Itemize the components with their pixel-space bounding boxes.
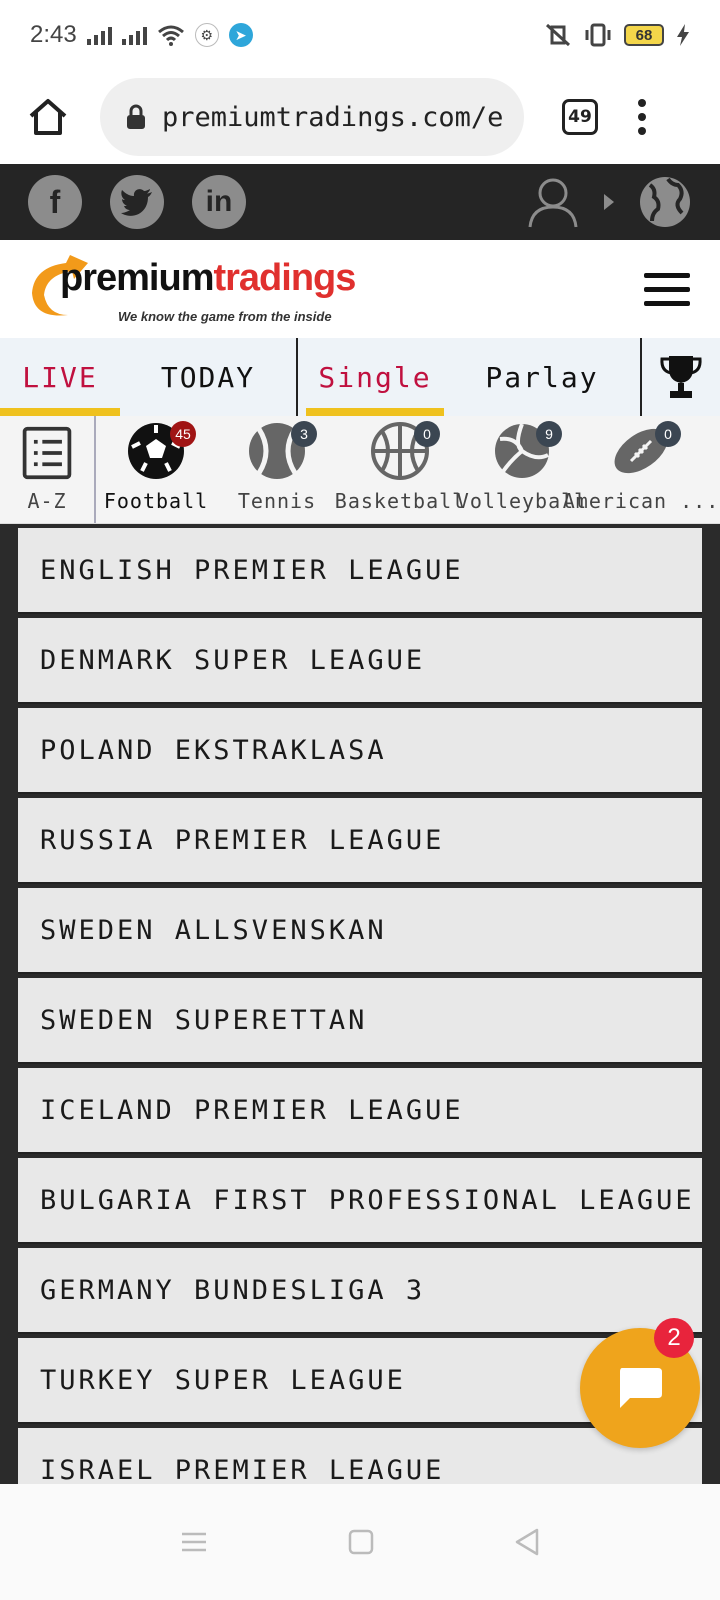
twitter-icon	[121, 189, 152, 216]
volleyball-icon: 9	[492, 421, 562, 481]
linkedin-button[interactable]: in	[192, 175, 246, 229]
telegram-icon: ➤	[228, 23, 253, 47]
linkedin-icon: in	[205, 185, 233, 218]
lock-icon	[127, 104, 145, 129]
league-row[interactable]: POLAND EKSTRAKLASA	[18, 708, 702, 794]
social-bar: f in	[0, 164, 720, 240]
trophy-icon	[660, 356, 702, 398]
twitter-button[interactable]	[110, 175, 164, 229]
league-row[interactable]: RUSSIA PREMIER LEAGUE	[18, 798, 702, 884]
browser-menu-button[interactable]	[638, 99, 646, 135]
vibrate-icon	[585, 23, 611, 47]
chat-bubble-icon	[620, 1368, 662, 1408]
sport-football[interactable]: 45 Football	[96, 416, 216, 523]
signal-icon	[86, 25, 112, 45]
facebook-button[interactable]: f	[28, 175, 82, 229]
league-row[interactable]: GERMANY BUNDESLIGA 3	[18, 1248, 702, 1334]
league-row[interactable]: SWEDEN ALLSVENSKAN	[18, 888, 702, 974]
url-text: premiumtradings.com/e	[162, 101, 504, 133]
mute-vibrate-icon	[545, 23, 571, 47]
sport-tennis[interactable]: 3 Tennis	[216, 416, 338, 523]
basketball-icon: 0	[370, 421, 440, 481]
league-row[interactable]: BULGARIA FIRST PROFESSIONAL LEAGUE	[18, 1158, 702, 1244]
league-row[interactable]: ICELAND PREMIER LEAGUE	[18, 1068, 702, 1154]
user-account-icon[interactable]	[526, 175, 580, 229]
tennis-ball-icon: 3	[247, 421, 317, 481]
recent-apps-icon[interactable]	[180, 1530, 208, 1554]
hamburger-menu-button[interactable]	[644, 272, 690, 306]
system-nav-bar	[0, 1484, 720, 1600]
battery-icon: 68	[624, 24, 664, 46]
league-row[interactable]: SWEDEN SUPERETTAN	[18, 978, 702, 1064]
league-row[interactable]: ISRAEL PREMIER LEAGUE	[18, 1428, 702, 1484]
home-nav-icon[interactable]	[348, 1529, 374, 1555]
sport-label: Football	[103, 489, 209, 513]
chat-unread-badge: 2	[654, 1318, 694, 1358]
back-nav-icon[interactable]	[514, 1528, 540, 1556]
soccer-ball-icon: 45	[126, 421, 196, 481]
tab-live[interactable]: LIVE	[0, 338, 120, 416]
app-notification-icon: ⚙	[194, 23, 219, 47]
list-icon	[22, 426, 72, 480]
browser-toolbar: premiumtradings.com/e 49	[0, 70, 720, 164]
home-button[interactable]	[22, 91, 74, 143]
tabs-switcher-button[interactable]: 49	[562, 99, 598, 135]
bet-tabs: LIVE TODAY Single Parlay	[0, 338, 720, 416]
address-bar[interactable]: premiumtradings.com/e	[100, 78, 524, 156]
sport-basketball[interactable]: 0 Basketball	[334, 416, 466, 523]
facebook-icon: f	[49, 183, 61, 220]
sport-american-football[interactable]: 0 American ...	[563, 416, 718, 523]
wifi-icon	[157, 25, 184, 46]
sport-label: Tennis	[237, 489, 317, 513]
sport-label: A-Z	[27, 489, 67, 513]
sports-selector: A-Z 45 Football 3 Tennis 0 Basketball 9 …	[0, 416, 720, 524]
logo-tagline: We know the game from the inside	[118, 309, 332, 324]
tab-today[interactable]: TODAY	[120, 338, 296, 416]
american-football-count-badge: 0	[655, 421, 681, 447]
sport-label: American ...	[562, 489, 720, 513]
home-icon	[29, 99, 67, 135]
tab-parlay[interactable]: Parlay	[444, 338, 640, 416]
signal-icon-2	[121, 25, 147, 45]
volleyball-count-badge: 9	[536, 421, 562, 447]
sport-label: Basketball	[334, 489, 466, 513]
league-row[interactable]: ENGLISH PREMIER LEAGUE	[18, 528, 702, 614]
sport-az[interactable]: A-Z	[0, 416, 96, 523]
trophy-button[interactable]	[642, 338, 720, 416]
site-header: premiumtradings We know the game from th…	[0, 240, 720, 338]
football-count-badge: 45	[170, 421, 196, 447]
status-time: 2:43	[30, 21, 77, 48]
logo-text: premiumtradings	[60, 257, 356, 299]
charging-icon	[677, 24, 689, 46]
globe-icon[interactable]	[638, 175, 692, 229]
american-football-icon: 0	[611, 421, 681, 481]
status-bar: 2:43 ⚙ ➤ 68	[0, 0, 720, 70]
tab-single[interactable]: Single	[306, 338, 444, 416]
site-logo[interactable]: premiumtradings We know the game from th…	[26, 249, 376, 329]
tennis-count-badge: 3	[291, 421, 317, 447]
caret-right-icon	[604, 194, 614, 210]
basketball-count-badge: 0	[414, 421, 440, 447]
league-row[interactable]: DENMARK SUPER LEAGUE	[18, 618, 702, 704]
